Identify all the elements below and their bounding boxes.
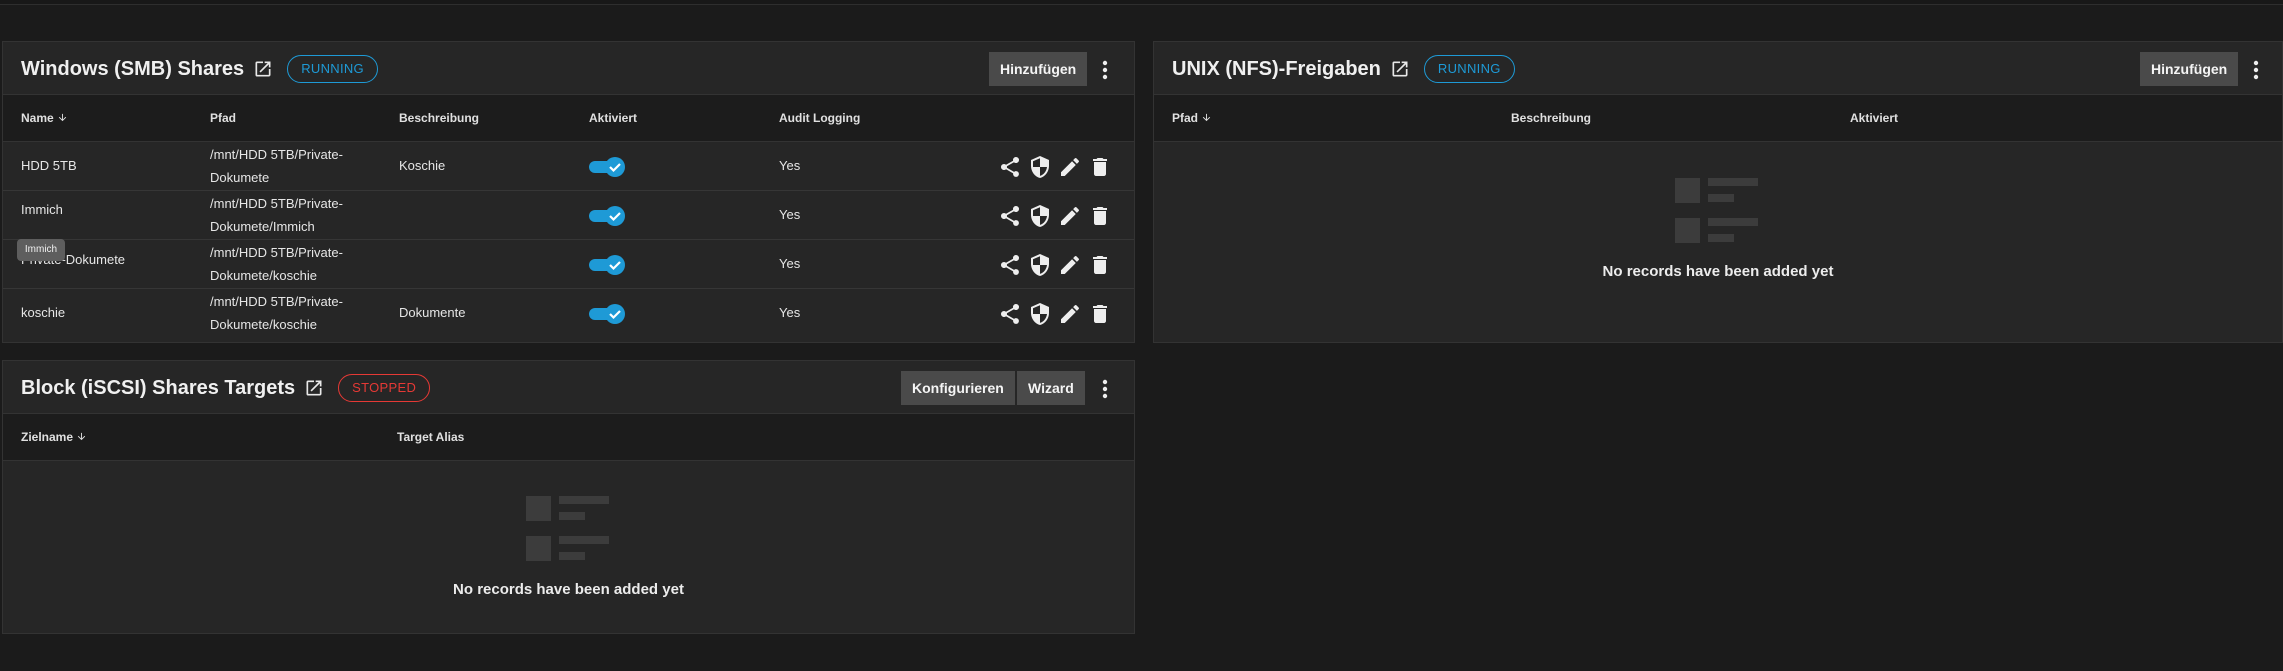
nfs-card: UNIX (NFS)-Freigaben RUNNING Hinzufügen … <box>1153 41 2283 343</box>
row-actions <box>998 302 1112 326</box>
nfs-empty-state: No records have been added yet <box>1154 176 2282 280</box>
row-name: koschie <box>21 305 66 320</box>
iscsi-empty-state: No records have been added yet <box>3 494 1134 598</box>
security-shield-icon[interactable] <box>1028 302 1052 326</box>
smb-col-name[interactable]: Name <box>21 111 68 125</box>
nfs-title-wrap: UNIX (NFS)-Freigaben RUNNING <box>1172 55 1515 83</box>
security-shield-icon[interactable] <box>1028 204 1052 228</box>
iscsi-empty-text: No records have been added yet <box>453 581 684 598</box>
row-path: /mnt/HDD 5TB/Private- Dokumete/koschie <box>210 245 343 283</box>
name-tooltip: Immich <box>17 239 65 261</box>
iscsi-table-head: Zielname Target Alias <box>3 413 1134 461</box>
nfs-title: UNIX (NFS)-Freigaben <box>1172 57 1381 80</box>
enabled-toggle[interactable] <box>589 205 626 227</box>
iscsi-title-wrap: Block (iSCSI) Shares Targets STOPPED <box>21 374 431 402</box>
nfs-status-badge: RUNNING <box>1423 55 1515 83</box>
delete-trash-icon[interactable] <box>1088 204 1112 228</box>
sort-arrow-icon <box>1203 113 1211 122</box>
row-actions <box>998 204 1112 228</box>
row-description: Dokumente <box>399 305 466 320</box>
enabled-toggle[interactable] <box>589 303 626 325</box>
smb-col-description[interactable]: Beschreibung <box>399 111 479 125</box>
share-icon[interactable] <box>998 253 1022 277</box>
table-row[interactable]: HDD 5TB /mnt/HDD 5TB/Private- Dokumete Ko… <box>3 142 1134 191</box>
share-icon[interactable] <box>998 302 1022 326</box>
iscsi-more-icon[interactable] <box>1095 375 1115 403</box>
share-icon[interactable] <box>998 155 1022 179</box>
row-name: Immich <box>21 202 63 217</box>
row-actions <box>998 253 1112 277</box>
security-shield-icon[interactable] <box>1028 253 1052 277</box>
row-path: /mnt/HDD 5TB/Private- Dokumete <box>210 147 343 185</box>
edit-pencil-icon[interactable] <box>1058 204 1082 228</box>
iscsi-col-target-alias[interactable]: Target Alias <box>397 430 464 444</box>
table-row[interactable]: Immich /mnt/HDD 5TB/Private- Dokumete/Imm… <box>3 191 1134 240</box>
row-audit: Yes <box>779 207 801 222</box>
nfs-more-icon[interactable] <box>2246 56 2266 84</box>
iscsi-wizard-button[interactable]: Wizard <box>1017 371 1085 405</box>
iscsi-title: Block (iSCSI) Shares Targets <box>21 376 296 399</box>
table-row[interactable]: Private-Dokumete /mnt/HDD 5TB/Private- Do… <box>3 240 1134 289</box>
external-link-icon[interactable] <box>304 378 324 398</box>
row-description: Koschie <box>399 158 446 173</box>
iscsi-status-badge: STOPPED <box>338 374 431 402</box>
empty-list-icon <box>1675 178 1758 243</box>
external-link-icon[interactable] <box>1390 59 1410 79</box>
nfs-col-enabled[interactable]: Aktiviert <box>1850 111 1898 125</box>
smb-title: Windows (SMB) Shares <box>21 57 245 80</box>
sort-arrow-icon <box>78 432 86 441</box>
smb-col-path[interactable]: Pfad <box>210 111 236 125</box>
edit-pencil-icon[interactable] <box>1058 155 1082 179</box>
smb-col-enabled[interactable]: Aktiviert <box>589 111 637 125</box>
empty-list-icon <box>525 496 609 561</box>
nfs-table-head: Pfad Beschreibung Aktiviert <box>1154 94 2282 142</box>
row-path: /mnt/HDD 5TB/Private- Dokumete/Immich <box>210 196 343 234</box>
iscsi-configure-button[interactable]: Konfigurieren <box>901 371 1015 405</box>
iscsi-card-header: Block (iSCSI) Shares Targets STOPPED Kon… <box>3 361 1134 413</box>
row-name: HDD 5TB <box>21 158 77 173</box>
nfs-empty-text: No records have been added yet <box>1602 263 1834 280</box>
row-audit: Yes <box>779 256 801 271</box>
smb-card-header: Windows (SMB) Shares RUNNING Hinzufügen <box>3 42 1134 94</box>
iscsi-col-target-name[interactable]: Zielname <box>21 430 87 444</box>
smb-card: Windows (SMB) Shares RUNNING Hinzufügen … <box>2 41 1135 343</box>
top-bar <box>0 0 2283 5</box>
delete-trash-icon[interactable] <box>1088 253 1112 277</box>
nfs-col-path[interactable]: Pfad <box>1172 111 1212 125</box>
smb-add-button[interactable]: Hinzufügen <box>989 52 1088 86</box>
nfs-card-header: UNIX (NFS)-Freigaben RUNNING Hinzufügen <box>1154 42 2282 94</box>
smb-status-badge: RUNNING <box>287 55 378 83</box>
edit-pencil-icon[interactable] <box>1058 302 1082 326</box>
smb-table-head: Name Pfad Beschreibung Aktiviert Audit L… <box>3 94 1134 142</box>
delete-trash-icon[interactable] <box>1088 302 1112 326</box>
external-link-icon[interactable] <box>253 59 273 79</box>
nfs-col-description[interactable]: Beschreibung <box>1511 111 1591 125</box>
row-audit: Yes <box>779 158 801 173</box>
table-row[interactable]: koschie /mnt/HDD 5TB/Private- Dokumete/ko… <box>3 289 1134 338</box>
row-path: /mnt/HDD 5TB/Private- Dokumete/koschie <box>210 294 343 332</box>
row-actions <box>998 155 1112 179</box>
share-icon[interactable] <box>998 204 1022 228</box>
security-shield-icon[interactable] <box>1028 155 1052 179</box>
smb-title-wrap: Windows (SMB) Shares RUNNING <box>21 55 378 83</box>
iscsi-card: Block (iSCSI) Shares Targets STOPPED Kon… <box>2 360 1135 634</box>
enabled-toggle[interactable] <box>589 156 626 178</box>
row-audit: Yes <box>779 305 801 320</box>
smb-col-audit[interactable]: Audit Logging <box>779 111 860 125</box>
smb-more-icon[interactable] <box>1095 56 1115 84</box>
edit-pencil-icon[interactable] <box>1058 253 1082 277</box>
nfs-add-button[interactable]: Hinzufügen <box>2140 52 2239 86</box>
sort-arrow-icon <box>58 113 67 122</box>
delete-trash-icon[interactable] <box>1088 155 1112 179</box>
enabled-toggle[interactable] <box>589 254 626 276</box>
